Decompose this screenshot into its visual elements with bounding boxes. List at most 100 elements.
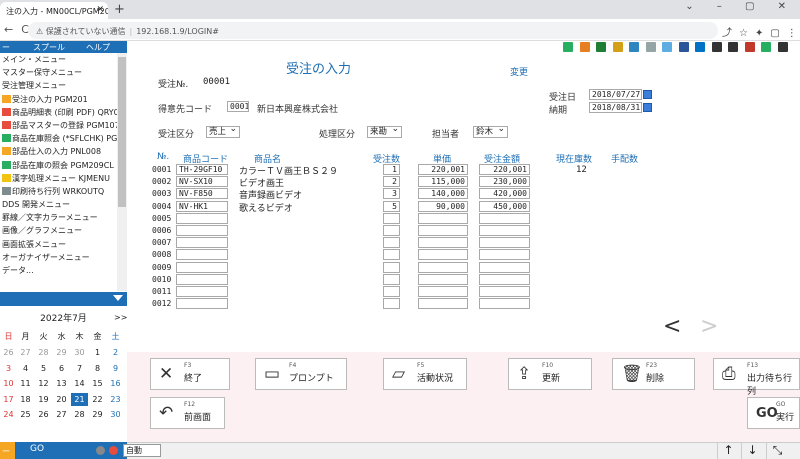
staff-select[interactable]: 鈴木 bbox=[473, 124, 508, 138]
menu-item[interactable]: 漢字処理メニュー KJMENU bbox=[0, 172, 127, 185]
product-code-field[interactable] bbox=[176, 261, 228, 273]
left-status-button[interactable]: ー bbox=[0, 442, 15, 459]
price-field[interactable] bbox=[418, 237, 468, 249]
menu-item[interactable]: 部品在庫の照会 PGM209CL bbox=[0, 159, 127, 172]
menu-item[interactable]: データ... bbox=[0, 264, 127, 277]
qty-field[interactable]: 3 bbox=[383, 188, 400, 200]
qty-field[interactable] bbox=[383, 212, 400, 224]
calendar-day[interactable]: 27 bbox=[53, 408, 70, 421]
order-type-select[interactable]: 売上 bbox=[206, 124, 240, 138]
calendar-day[interactable]: 1 bbox=[89, 346, 106, 359]
qty-field[interactable] bbox=[383, 273, 400, 285]
calendar-day[interactable]: 5 bbox=[35, 362, 52, 375]
prev-page-icon[interactable]: < bbox=[663, 314, 681, 339]
calendar-day[interactable]: 8 bbox=[89, 362, 106, 375]
pdf-icon[interactable] bbox=[744, 42, 755, 52]
calendar-next-button[interactable]: >> bbox=[114, 313, 127, 322]
calendar-day[interactable]: 26 bbox=[0, 346, 17, 359]
menu-item[interactable]: 画面拡張メニュー bbox=[0, 238, 127, 251]
product-code-field[interactable] bbox=[176, 286, 228, 297]
calendar-day[interactable]: 20 bbox=[53, 393, 70, 406]
qty-field[interactable] bbox=[383, 286, 400, 297]
qty-field[interactable] bbox=[383, 225, 400, 236]
product-code-field[interactable]: NV-SX10 bbox=[176, 176, 228, 188]
product-code-field[interactable] bbox=[176, 212, 228, 224]
calendar-day[interactable]: 25 bbox=[17, 408, 34, 421]
calendar-day[interactable]: 3 bbox=[0, 362, 17, 375]
image-icon[interactable] bbox=[612, 42, 623, 52]
calendar-day[interactable]: 29 bbox=[89, 408, 106, 421]
calendar-day[interactable]: 22 bbox=[89, 393, 106, 406]
qty-field[interactable]: 5 bbox=[383, 200, 400, 212]
menu-item[interactable]: 部品マスターの登録 PGM107 bbox=[0, 119, 127, 132]
calendar-day[interactable]: 28 bbox=[71, 408, 88, 421]
calendar-day[interactable]: 18 bbox=[17, 393, 34, 406]
expand-icon[interactable]: ⤡ bbox=[766, 442, 788, 459]
next-page-icon[interactable]: > bbox=[700, 314, 718, 339]
calendar-day[interactable]: 12 bbox=[35, 377, 52, 390]
menu-item[interactable]: マスター保守メニュー bbox=[0, 66, 127, 79]
activity-button[interactable]: ▱ F5 活動状況 bbox=[383, 358, 467, 390]
calendar-day[interactable]: 4 bbox=[17, 362, 34, 375]
calendar-day[interactable]: 30 bbox=[107, 408, 124, 421]
camera-icon[interactable] bbox=[711, 42, 722, 52]
price-field[interactable]: 220,001 bbox=[418, 164, 468, 175]
calendar-day[interactable]: 9 bbox=[107, 362, 124, 375]
product-code-field[interactable] bbox=[176, 249, 228, 261]
browser-tab[interactable]: 注の入力 - MN00CL/PGM201 ✕ bbox=[0, 2, 108, 19]
delivery-date-field[interactable]: 2018/08/31 bbox=[589, 102, 642, 113]
cloud-icon[interactable] bbox=[645, 42, 656, 52]
calendar-day[interactable]: 24 bbox=[0, 408, 17, 421]
price-field[interactable] bbox=[418, 249, 468, 261]
menu-item[interactable]: 商品在庫照会 (*SFLCHK) PGM2 bbox=[0, 132, 127, 145]
menu-item[interactable]: 印刷待ち行列 WRKOUTQ bbox=[0, 185, 127, 198]
product-code-field[interactable] bbox=[176, 273, 228, 285]
menu-item[interactable]: 部品仕入の入力 PNL008 bbox=[0, 145, 127, 158]
calendar-day[interactable]: 23 bbox=[107, 393, 124, 406]
minus-circle-icon[interactable] bbox=[96, 446, 105, 455]
calendar-day[interactable]: 16 bbox=[107, 377, 124, 390]
new-tab-icon[interactable]: + bbox=[114, 2, 125, 17]
url-field[interactable]: ⚠ 保護されていない通信 | 192.168.1.9/LOGIN# bbox=[28, 22, 718, 39]
word-icon[interactable] bbox=[678, 42, 689, 52]
menu-item[interactable]: メイン・メニュー bbox=[0, 53, 127, 66]
product-code-field[interactable]: TH-29GF10 bbox=[176, 164, 228, 175]
collapse-icon[interactable] bbox=[113, 295, 123, 301]
menubar-item-left[interactable]: ー bbox=[2, 42, 10, 53]
calendar-day[interactable]: 17 bbox=[0, 393, 17, 406]
qty-field[interactable] bbox=[383, 298, 400, 310]
chart-icon[interactable] bbox=[629, 42, 639, 52]
download-icon[interactable] bbox=[563, 42, 573, 52]
up-arrow-icon[interactable]: ↑ bbox=[717, 442, 739, 459]
exit-button[interactable]: ✕ F3 終了 bbox=[150, 358, 230, 390]
calendar-day[interactable]: 13 bbox=[53, 377, 70, 390]
product-code-field[interactable] bbox=[176, 225, 228, 236]
menu-item[interactable]: 画像／グラフメニュー bbox=[0, 224, 127, 237]
update-button[interactable]: ⇪ F10 更新 bbox=[508, 358, 592, 390]
calendar-day[interactable]: 15 bbox=[89, 377, 106, 390]
price-field[interactable] bbox=[418, 298, 468, 310]
calendar-day[interactable]: 21 bbox=[71, 392, 88, 406]
calendar-icon[interactable] bbox=[643, 90, 652, 99]
qty-field[interactable]: 1 bbox=[383, 164, 400, 175]
price-field[interactable] bbox=[418, 261, 468, 273]
price-field[interactable] bbox=[418, 273, 468, 285]
price-field[interactable] bbox=[418, 286, 468, 297]
product-code-field[interactable] bbox=[176, 298, 228, 310]
price-field[interactable]: 140,000 bbox=[418, 188, 468, 200]
calendar-day[interactable]: 26 bbox=[35, 408, 52, 421]
calendar-header[interactable] bbox=[0, 292, 127, 306]
price-field[interactable]: 90,000 bbox=[418, 200, 468, 212]
qty-field[interactable] bbox=[383, 237, 400, 249]
proc-type-select[interactable]: 来勘 bbox=[367, 124, 402, 138]
back-button[interactable]: ↶ F12 前画面 bbox=[150, 397, 225, 429]
go-button[interactable]: GO bbox=[30, 444, 44, 454]
delete-button[interactable]: 🗑 F23 削除 bbox=[612, 358, 695, 390]
qty-field[interactable] bbox=[383, 261, 400, 273]
calendar-day[interactable]: 30 bbox=[71, 346, 88, 359]
qty-field[interactable]: 2 bbox=[383, 176, 400, 188]
calendar-day[interactable]: 19 bbox=[35, 393, 52, 406]
calendar-day[interactable]: 11 bbox=[17, 377, 34, 390]
upload-icon[interactable] bbox=[579, 42, 590, 52]
mode-select[interactable]: 自動 bbox=[123, 444, 161, 457]
